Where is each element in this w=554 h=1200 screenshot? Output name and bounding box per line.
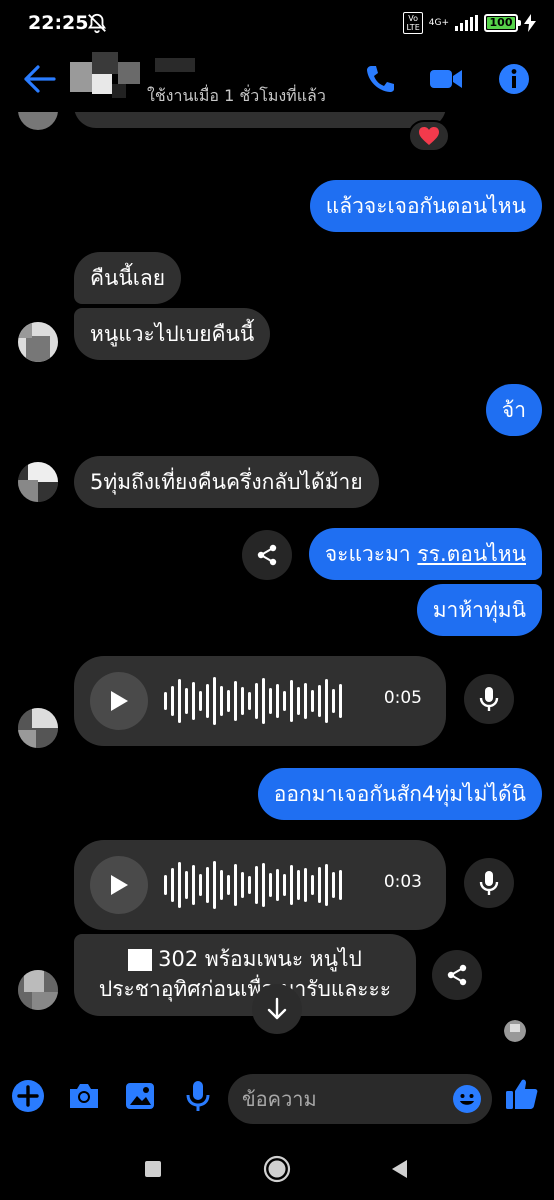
share-icon <box>257 544 277 566</box>
voice-reply-button[interactable] <box>464 858 514 908</box>
circle-icon[interactable] <box>262 1154 292 1184</box>
message-outgoing[interactable]: ออกมาเจอกันสัก4ทุ่มไม่ได้นิ <box>257 768 542 820</box>
info-icon[interactable] <box>496 62 532 96</box>
scroll-down-button[interactable] <box>252 984 302 1034</box>
voice-duration: 0:05 <box>383 688 422 708</box>
message-incoming[interactable]: คืนนี้เลย <box>74 252 182 304</box>
voice-message[interactable]: 0:03 <box>74 840 446 930</box>
sender-avatar <box>18 112 58 130</box>
audio-waveform <box>164 860 342 910</box>
audio-waveform <box>164 676 342 726</box>
message-link[interactable]: รร.ตอนไหน <box>417 542 526 566</box>
thumbs-up-icon[interactable] <box>504 1076 540 1112</box>
microphone-icon[interactable] <box>180 1078 216 1114</box>
redacted-block <box>128 949 153 971</box>
video-camera-icon[interactable] <box>428 62 464 96</box>
play-button[interactable] <box>90 856 148 914</box>
status-bar: 22:25 Vo LTE 4G+ 100 <box>0 0 554 48</box>
message-incoming[interactable]: หนูแวะไปเบยคืนนี้ <box>74 308 271 360</box>
play-icon <box>111 875 128 895</box>
message-incoming[interactable]: 5ทุ่มถึงเที่ยงคืนครึ่งกลับได้ม้าย <box>74 456 379 508</box>
seen-avatar <box>504 1020 526 1042</box>
message-list[interactable]: แล้วจะเจอกันตอนไหน คืนนี้เลย หนูแวะไปเบย… <box>0 112 554 1052</box>
contact-name-redacted <box>155 58 195 72</box>
message-outgoing[interactable]: แล้วจะเจอกันตอนไหน <box>309 180 542 232</box>
image-icon[interactable] <box>122 1078 158 1114</box>
message-incoming[interactable]: 302 พร้อมเพนะ หนูไป ประชาอุทิศก่อนเพื่อ … <box>74 934 416 1016</box>
share-icon <box>447 964 467 986</box>
status-time: 22:25 <box>28 12 89 34</box>
battery-level: 100 <box>487 17 515 29</box>
share-button[interactable] <box>242 530 292 580</box>
phone-icon[interactable] <box>362 62 398 96</box>
emoji-icon[interactable] <box>452 1084 482 1114</box>
play-button[interactable] <box>90 672 148 730</box>
contact-active-status: ใช้งานเมื่อ 1 ชั่วโมงที่แล้ว <box>147 86 326 105</box>
arrow-down-icon <box>267 997 287 1020</box>
network-type: 4G+ <box>428 17 449 28</box>
triangle-back-icon[interactable] <box>386 1154 416 1184</box>
voice-reply-button[interactable] <box>464 674 514 724</box>
volte-badge: Vo LTE <box>403 12 423 34</box>
plus-icon[interactable] <box>10 1078 46 1114</box>
play-icon <box>111 691 128 711</box>
sender-avatar <box>18 322 58 362</box>
muted-bell-icon <box>87 13 107 34</box>
voice-duration: 0:03 <box>383 872 422 892</box>
heart-icon <box>419 127 439 145</box>
microphone-icon <box>479 687 499 711</box>
message-outgoing[interactable]: จะแวะมา รร.ตอนไหน <box>308 528 542 580</box>
message-outgoing[interactable]: จ้า <box>485 384 542 436</box>
charging-icon <box>524 14 536 32</box>
chat-header: ใช้งานเมื่อ 1 ชั่วโมงที่แล้ว <box>0 48 554 112</box>
sender-avatar <box>18 462 58 502</box>
sender-avatar <box>18 708 58 748</box>
voice-message[interactable]: 0:05 <box>74 656 446 746</box>
share-button[interactable] <box>432 950 482 1000</box>
message-composer <box>0 1060 554 1140</box>
contact-avatar[interactable] <box>70 52 140 102</box>
back-arrow-icon[interactable] <box>22 64 56 94</box>
microphone-icon <box>479 871 499 895</box>
square-icon[interactable] <box>138 1154 168 1184</box>
camera-icon[interactable] <box>66 1078 102 1114</box>
message-input-container <box>228 1074 492 1124</box>
message-input[interactable] <box>228 1074 428 1124</box>
battery-icon: 100 <box>484 14 521 32</box>
message-outgoing[interactable]: มาห้าทุ่มนิ <box>416 584 542 636</box>
system-nav-bar <box>0 1140 554 1200</box>
sender-avatar <box>18 970 58 1010</box>
message-bubble-partial[interactable] <box>74 112 446 128</box>
signal-icon <box>455 15 478 31</box>
reaction-badge[interactable] <box>408 120 450 152</box>
